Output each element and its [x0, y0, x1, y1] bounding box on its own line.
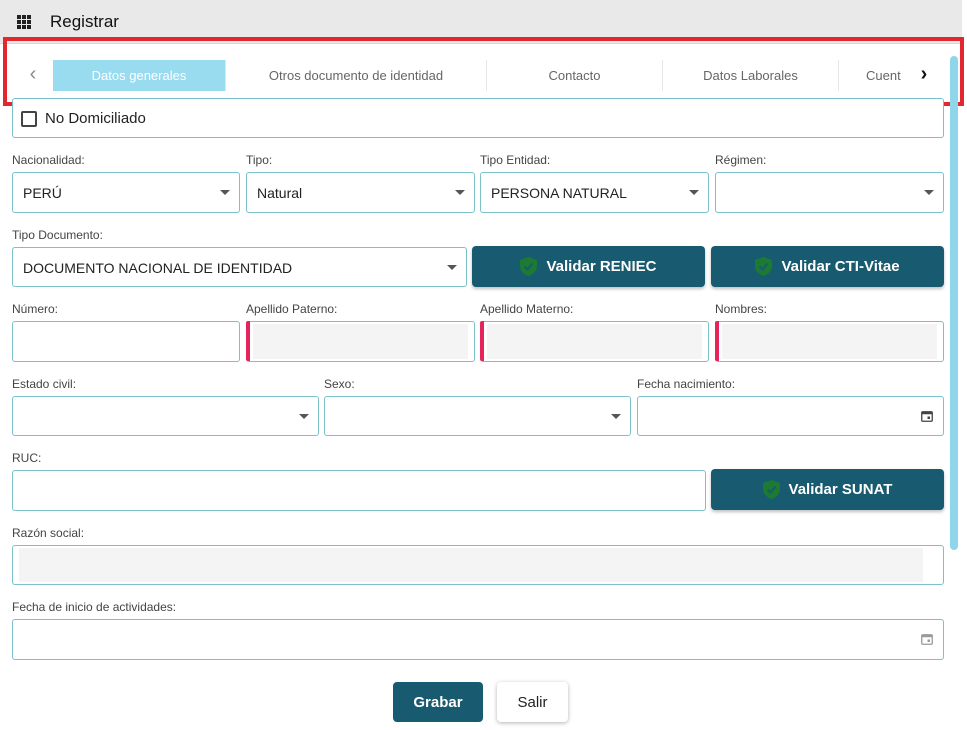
tab-otros-documento[interactable]: Otros documento de identidad: [226, 60, 487, 91]
regimen-label: Régimen:: [715, 153, 767, 167]
required-indicator: [246, 321, 250, 361]
sexo-select[interactable]: [324, 396, 631, 436]
estado-civil-label: Estado civil:: [12, 377, 77, 391]
validar-sunat-label: Validar SUNAT: [788, 481, 893, 498]
regimen-select[interactable]: [715, 172, 944, 213]
numero-label: Número:: [12, 302, 59, 316]
grabar-button[interactable]: Grabar: [393, 682, 483, 722]
tipo-value: Natural: [257, 185, 303, 201]
apellido-paterno-input[interactable]: [246, 321, 475, 362]
numero-input[interactable]: [12, 321, 240, 362]
nombres-input[interactable]: [715, 321, 944, 362]
tipo-documento-value: DOCUMENTO NACIONAL DE IDENTIDAD: [23, 260, 293, 276]
required-indicator: [715, 321, 719, 361]
tipo-documento-select[interactable]: DOCUMENTO NACIONAL DE IDENTIDAD: [12, 247, 467, 287]
nacionalidad-select[interactable]: PERÚ: [12, 172, 240, 213]
chevron-down-icon: [455, 190, 465, 195]
fecha-nacimiento-input[interactable]: [637, 396, 944, 436]
sexo-label: Sexo:: [324, 377, 355, 391]
chevron-down-icon: [447, 265, 457, 270]
tipo-label: Tipo:: [246, 153, 273, 167]
readonly-shade: [722, 324, 937, 359]
calendar-icon[interactable]: [921, 633, 933, 645]
tabs-next-icon[interactable]: ›: [909, 58, 939, 91]
no-domiciliado-row: No Domiciliado: [12, 98, 944, 138]
chevron-down-icon: [611, 414, 621, 419]
nacionalidad-label: Nacionalidad:: [12, 153, 85, 167]
nombres-label: Nombres:: [715, 302, 768, 316]
validar-reniec-button[interactable]: Validar RENIEC: [472, 246, 705, 287]
grid-menu-icon[interactable]: [17, 15, 31, 29]
shield-check-icon: [520, 257, 538, 276]
tab-datos-laborales[interactable]: Datos Laborales: [663, 60, 839, 91]
validar-sunat-button[interactable]: Validar SUNAT: [711, 469, 944, 510]
shield-check-icon: [762, 480, 780, 499]
nacionalidad-value: PERÚ: [23, 185, 62, 201]
ruc-input[interactable]: [12, 470, 706, 511]
ruc-label: RUC:: [12, 451, 42, 465]
vertical-scrollbar[interactable]: [950, 56, 958, 550]
required-indicator: [480, 321, 484, 361]
window-title: Registrar: [50, 12, 119, 31]
validar-cti-button[interactable]: Validar CTI-Vitae: [711, 246, 944, 287]
tipo-entidad-select[interactable]: PERSONA NATURAL: [480, 172, 709, 213]
tipo-documento-label: Tipo Documento:: [12, 228, 103, 242]
estado-civil-select[interactable]: [12, 396, 319, 436]
chevron-down-icon: [220, 190, 230, 195]
tipo-select[interactable]: Natural: [246, 172, 475, 213]
apellido-materno-label: Apellido Materno:: [480, 302, 574, 316]
validar-reniec-label: Validar RENIEC: [546, 258, 657, 275]
chevron-down-icon: [299, 414, 309, 419]
tipo-entidad-label: Tipo Entidad:: [480, 153, 551, 167]
tab-cuentas[interactable]: Cuent: [839, 60, 905, 91]
apellido-paterno-label: Apellido Paterno:: [246, 302, 338, 316]
readonly-shade: [487, 324, 702, 359]
readonly-shade: [19, 548, 923, 582]
calendar-icon[interactable]: [921, 410, 933, 422]
razon-social-label: Razón social:: [12, 526, 85, 540]
chevron-down-icon: [924, 190, 934, 195]
tabs-bar: ‹ Datos generales Otros documento de ide…: [12, 58, 934, 91]
shield-check-icon: [755, 257, 773, 276]
validar-cti-label: Validar CTI-Vitae: [781, 258, 900, 275]
tab-contacto[interactable]: Contacto: [487, 60, 663, 91]
fecha-nacimiento-label: Fecha nacimiento:: [637, 377, 736, 391]
chevron-down-icon: [689, 190, 699, 195]
no-domiciliado-label: No Domiciliado: [45, 110, 146, 127]
apellido-materno-input[interactable]: [480, 321, 709, 362]
tipo-entidad-value: PERSONA NATURAL: [491, 185, 627, 201]
fecha-inicio-input[interactable]: [12, 619, 944, 660]
fecha-inicio-label: Fecha de inicio de actividades:: [12, 600, 177, 614]
no-domiciliado-checkbox[interactable]: [21, 111, 37, 127]
readonly-shade: [253, 324, 468, 359]
salir-button[interactable]: Salir: [497, 682, 568, 722]
razon-social-input[interactable]: [12, 545, 944, 585]
tab-datos-generales[interactable]: Datos generales: [53, 60, 226, 91]
tabs-prev-icon[interactable]: ‹: [18, 58, 48, 91]
